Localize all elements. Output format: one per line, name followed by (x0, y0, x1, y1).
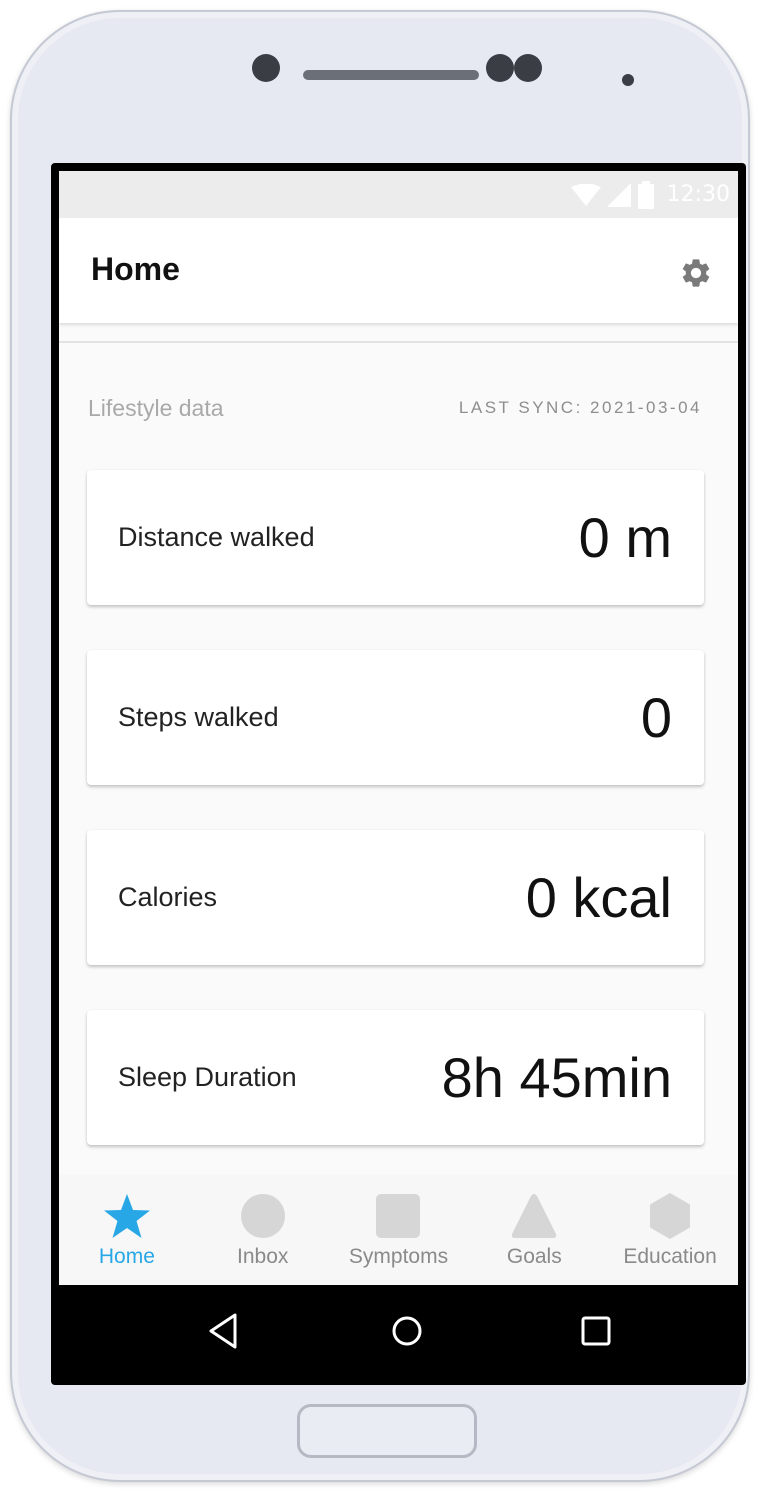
header-divider (59, 341, 738, 343)
tab-label: Symptoms (348, 1245, 449, 1268)
metric-card-distance[interactable]: Distance walked 0 m (87, 470, 704, 605)
tab-label: Home (98, 1245, 155, 1268)
metric-card-sleep[interactable]: Sleep Duration 8h 45min (87, 1010, 704, 1145)
square-icon (376, 1194, 421, 1238)
home-icon[interactable] (387, 1311, 427, 1351)
metric-value: 0 m (578, 506, 672, 569)
phone-frame: 12:30 Home Lifestyle data LAST SYNC: 202… (10, 10, 750, 1482)
front-camera-icon (252, 54, 280, 82)
metric-label: Distance walked (118, 522, 315, 552)
metric-value: 8h 45min (441, 1046, 672, 1109)
page-title: Home (91, 251, 180, 287)
wifi-icon (570, 183, 601, 206)
sensor-dot-icon (486, 54, 514, 82)
metric-value: 0 kcal (525, 866, 672, 929)
battery-icon (637, 180, 654, 209)
tab-symptoms[interactable]: Symptoms (331, 1175, 467, 1285)
metric-value: 0 (640, 686, 672, 749)
earpiece-speaker (303, 70, 479, 80)
hexagon-icon (650, 1193, 691, 1239)
back-icon[interactable] (203, 1311, 243, 1351)
device-screen: 12:30 Home Lifestyle data LAST SYNC: 202… (51, 163, 746, 1385)
metric-label: Calories (118, 882, 218, 912)
triangle-icon (512, 1194, 557, 1238)
app-header: Home (59, 218, 738, 323)
section-title: Lifestyle data (88, 395, 224, 421)
recents-icon[interactable] (576, 1311, 616, 1351)
android-nav-bar (59, 1285, 738, 1377)
signal-icon (606, 182, 631, 207)
tab-label: Goals (506, 1245, 562, 1268)
metric-card-steps[interactable]: Steps walked 0 (87, 650, 704, 785)
star-icon (103, 1194, 150, 1238)
tab-label: Inbox (237, 1245, 289, 1268)
app-content: Home Lifestyle data LAST SYNC: 2021-03-0… (59, 218, 738, 1285)
status-bar: 12:30 (59, 171, 738, 218)
circle-icon (240, 1194, 285, 1238)
tab-education[interactable]: Education (602, 1175, 738, 1285)
tab-label: Education (623, 1245, 717, 1268)
tab-goals[interactable]: Goals (466, 1175, 602, 1285)
metric-card-calories[interactable]: Calories 0 kcal (87, 830, 704, 965)
tab-inbox[interactable]: Inbox (195, 1175, 331, 1285)
hardware-home-button[interactable] (297, 1404, 477, 1458)
status-time: 12:30 (666, 182, 730, 207)
gear-icon[interactable] (679, 256, 713, 290)
metric-label: Sleep Duration (118, 1062, 297, 1092)
last-sync-label: LAST SYNC: 2021-03-04 (458, 398, 702, 417)
bottom-tab-bar: Home Inbox Symptoms Goals Education (59, 1175, 738, 1285)
light-sensor-icon (622, 74, 634, 86)
tab-home[interactable]: Home (59, 1175, 195, 1285)
sensor-dot-icon (514, 54, 542, 82)
metric-label: Steps walked (118, 702, 279, 732)
